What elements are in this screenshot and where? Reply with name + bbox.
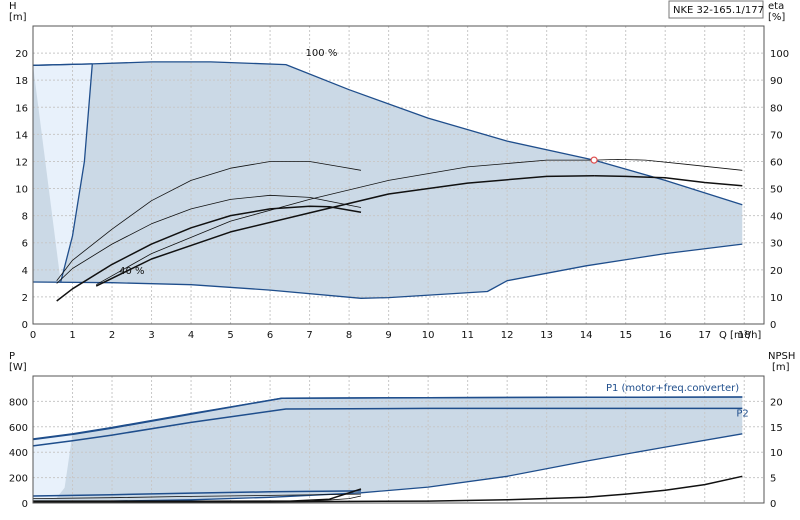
x-tick-2: 2: [109, 330, 115, 341]
annotation-1: 40 %: [119, 266, 144, 277]
y-right-tick-10: 100: [770, 49, 789, 60]
y-right-tick-0: 0: [770, 499, 776, 510]
y-left-tick-3: 600: [9, 423, 28, 434]
chart-title: NKE 32-165.1/177: [673, 5, 764, 16]
y-left-tick-0: 0: [22, 499, 28, 510]
y-left-tick-3: 6: [22, 239, 28, 250]
y-right-tick-6: 60: [770, 157, 783, 168]
y-left-tick-2: 4: [22, 266, 28, 277]
y-left-tick-7: 14: [15, 130, 28, 141]
y-right-tick-3: 30: [770, 239, 783, 250]
x-tick-14: 14: [580, 330, 593, 341]
y-right-label-line2: [%]: [768, 12, 785, 23]
y-left-tick-1: 200: [9, 474, 28, 485]
y-left-tick-4: 800: [9, 397, 28, 408]
y-right-tick-7: 70: [770, 130, 783, 141]
bottom-panel: 0 200 400 600 800 0 5 10 15 20 P1 (motor+freq.conv…: [9, 351, 795, 510]
y-right-tick-2: 20: [770, 266, 783, 277]
x-tick-0: 0: [30, 330, 36, 341]
y-left-tick-5: 10: [15, 185, 28, 196]
series-label-1: P2: [736, 409, 748, 420]
annotation-0: 100 %: [306, 48, 338, 59]
npsh-label-line2: [m]: [772, 362, 790, 373]
y-right-tick-2: 10: [770, 448, 783, 459]
power-label-line2: [W]: [9, 362, 27, 373]
pump-performance-chart: 0246810121416182001020304050607080901000…: [9, 0, 795, 510]
y-right-label-line1: eta: [768, 1, 784, 12]
y-right-tick-5: 50: [770, 185, 783, 196]
y-left-tick-9: 18: [15, 76, 28, 87]
x-tick-6: 6: [267, 330, 273, 341]
x-tick-7: 7: [306, 330, 312, 341]
x-tick-17: 17: [698, 330, 711, 341]
x-tick-4: 4: [188, 330, 194, 341]
y-left-tick-10: 20: [15, 49, 28, 60]
y-right-tick-1: 5: [770, 474, 776, 485]
x-tick-10: 10: [422, 330, 435, 341]
y-left-tick-8: 16: [15, 103, 28, 114]
top-panel: 0246810121416182001020304050607080901000…: [9, 0, 789, 341]
y-left-label-line2: [m]: [9, 12, 27, 23]
x-tick-8: 8: [346, 330, 352, 341]
power-label-line1: P: [9, 351, 15, 362]
x-tick-9: 9: [385, 330, 391, 341]
npsh-label-line1: NPSH: [768, 351, 795, 362]
y-left-tick-2: 400: [9, 448, 28, 459]
x-tick-5: 5: [227, 330, 233, 341]
x-tick-15: 15: [619, 330, 632, 341]
y-left-tick-4: 8: [22, 212, 28, 223]
y-left-tick-1: 2: [22, 293, 28, 304]
y-right-tick-9: 90: [770, 76, 783, 87]
y-left-label-line1: H: [9, 1, 17, 12]
y-right-tick-3: 15: [770, 423, 783, 434]
series-label-0: P1 (motor+freq.converter): [606, 383, 739, 394]
operating-point: [590, 156, 598, 164]
x-tick-3: 3: [148, 330, 154, 341]
y-left-tick-6: 12: [15, 157, 28, 168]
y-left-tick-0: 0: [22, 320, 28, 331]
y-right-tick-1: 10: [770, 293, 783, 304]
x-tick-1: 1: [69, 330, 75, 341]
y-right-tick-8: 80: [770, 103, 783, 114]
x-tick-11: 11: [461, 330, 474, 341]
x-tick-16: 16: [659, 330, 672, 341]
x-tick-12: 12: [501, 330, 514, 341]
x-tick-13: 13: [540, 330, 553, 341]
y-right-tick-4: 20: [770, 397, 783, 408]
y-right-tick-4: 40: [770, 212, 783, 223]
x-axis-label: Q [m³/h]: [719, 330, 761, 341]
y-right-tick-0: 0: [770, 320, 776, 331]
